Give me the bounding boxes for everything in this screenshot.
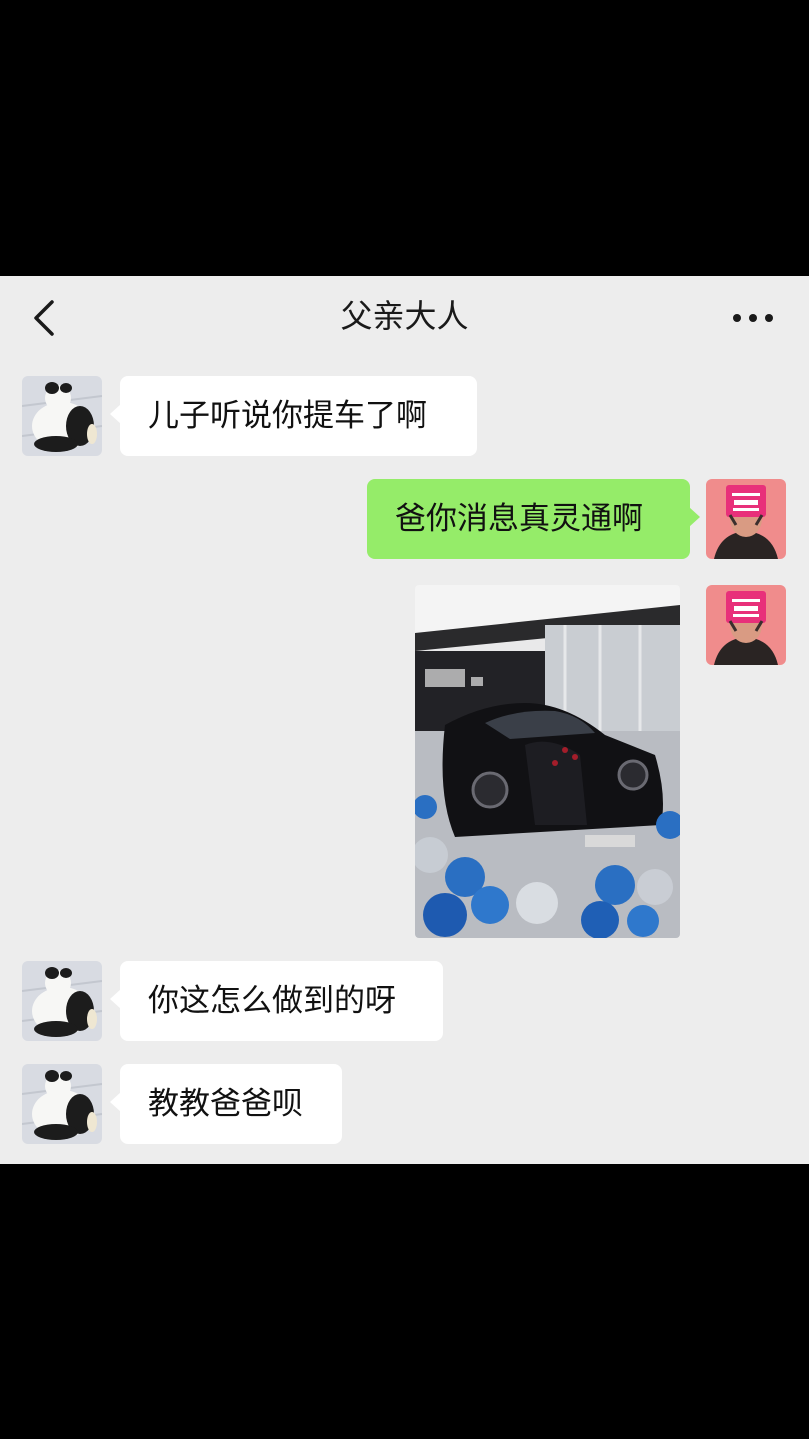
more-dots-icon: [733, 314, 773, 322]
panda-avatar-icon: [22, 376, 102, 456]
panda-avatar-icon: [22, 961, 102, 1041]
my-avatar[interactable]: [706, 479, 786, 559]
chat-header: 父亲大人: [0, 276, 809, 356]
message-text: 爸你消息真灵通啊: [395, 501, 643, 537]
incoming-message-bubble[interactable]: 你这怎么做到的呀: [110, 961, 443, 1041]
outgoing-message-bubble[interactable]: 爸你消息真灵通啊: [367, 479, 700, 559]
incoming-message-bubble[interactable]: 儿子听说你提车了啊: [110, 376, 477, 456]
message-text: 儿子听说你提车了啊: [148, 398, 427, 434]
father-avatar[interactable]: [22, 376, 102, 456]
chat-title: 父亲大人: [340, 297, 469, 335]
car-photo-message[interactable]: [415, 585, 680, 938]
chat-screen: 父亲大人 儿子听说你提车了啊 爸你消息真灵通啊 你这怎么做到的呀 教教爸爸呗: [0, 276, 809, 1164]
car-photo-image: [415, 585, 680, 938]
father-avatar[interactable]: [22, 961, 102, 1041]
my-avatar[interactable]: [706, 585, 786, 665]
more-button[interactable]: [725, 298, 781, 338]
panda-avatar-icon: [22, 1064, 102, 1144]
incoming-message-bubble[interactable]: 教教爸爸呗: [110, 1064, 342, 1144]
message-text: 教教爸爸呗: [148, 1086, 303, 1122]
pink-hat-avatar-icon: [706, 479, 786, 559]
message-text: 你这怎么做到的呀: [148, 983, 396, 1019]
father-avatar[interactable]: [22, 1064, 102, 1144]
pink-hat-avatar-icon: [706, 585, 786, 665]
